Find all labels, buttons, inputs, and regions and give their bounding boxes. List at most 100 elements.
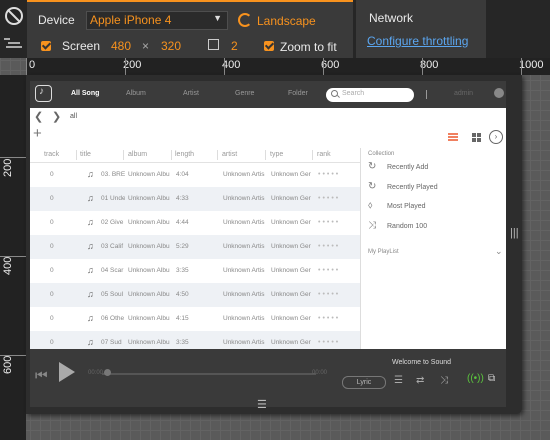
rank-dots[interactable]: ••••• [318, 171, 340, 178]
collection-item-random-100[interactable]: ⤨ Random 100 [368, 219, 498, 235]
ruler-tick [224, 58, 225, 75]
rotate-icon[interactable] [238, 13, 252, 27]
rank-dots[interactable]: ••••• [318, 339, 340, 346]
table-row[interactable]: 0 ♫ 04 Scar Unknown Albu 3:35 Unknown Ar… [30, 259, 360, 283]
cell-title: 03 Calif [101, 243, 124, 250]
resize-handle-right[interactable]: ||| [510, 227, 519, 239]
cell-album: Unknown Albu [128, 315, 170, 322]
ruler-label: 0 [29, 59, 36, 71]
zoom-to-fit-checkbox[interactable] [264, 41, 274, 51]
cell-album: Unknown Albu [128, 267, 170, 274]
collection-item-recently-played[interactable]: ↻ Recently Played [368, 180, 498, 196]
nav-folder[interactable]: Folder [288, 90, 308, 97]
rank-dots[interactable]: ••••• [318, 195, 340, 202]
device-panel: Device Apple iPhone 4 ▼ Landscape Screen… [27, 0, 353, 58]
column-header-type[interactable]: type [270, 151, 283, 158]
chevron-down-icon[interactable]: ⌄ [495, 246, 503, 257]
add-button[interactable]: + [33, 126, 42, 141]
forward-arrow-icon[interactable]: ❯ [52, 110, 61, 123]
user-name[interactable]: admin [454, 90, 473, 97]
music-note-icon: ♫ [87, 241, 94, 251]
block-icon[interactable] [5, 7, 23, 25]
rank-dots[interactable]: ••••• [318, 315, 340, 322]
landscape-button[interactable]: Landscape [257, 14, 316, 28]
play-icon[interactable] [59, 362, 75, 382]
nav-divider [426, 90, 427, 99]
rank-dots[interactable]: ••••• [318, 219, 340, 226]
nav-all-song[interactable]: All Song [71, 90, 99, 97]
share-icon[interactable]: ⧉ [488, 373, 495, 384]
column-header-length[interactable]: length [175, 151, 194, 158]
progress-bar[interactable] [102, 373, 316, 375]
network-label: Network [369, 11, 414, 25]
cell-artist: Unknown Artis [223, 267, 265, 274]
table-row[interactable]: 0 ♫ 03 Calif Unknown Albu 5:29 Unknown A… [30, 235, 360, 259]
nav-album[interactable]: Album [126, 90, 146, 97]
grid-view-icon[interactable] [472, 133, 481, 142]
screen-height-input[interactable]: 320 [161, 39, 181, 53]
table-row[interactable]: 0 ♫ 05 Soul Unknown Albu 4:50 Unknown Ar… [30, 283, 360, 307]
repeat-icon[interactable]: ⇄ [416, 375, 424, 386]
music-note-icon: ♫ [87, 169, 94, 179]
cell-type: Unknown Ger [271, 171, 311, 178]
cell-title: 03. BRE [101, 171, 125, 178]
screen-width-input[interactable]: 480 [111, 39, 131, 53]
back-arrow-icon[interactable]: ❮ [34, 110, 43, 123]
progress-handle[interactable] [104, 369, 111, 376]
cell-length: 4:15 [176, 315, 189, 322]
playlist-icon[interactable]: ☰ [394, 375, 403, 386]
ruler-left: 200 400 600 [0, 75, 26, 440]
cell-artist: Unknown Artis [223, 219, 265, 226]
my-playlist-header[interactable]: My PlayList [368, 249, 399, 255]
list-view-icon[interactable] [448, 133, 458, 141]
table-row[interactable]: 0 ♫ 01 Unde Unknown Albu 4:33 Unknown Ar… [30, 187, 360, 211]
nav-artist[interactable]: Artist [183, 90, 199, 97]
cell-type: Unknown Ger [271, 339, 311, 346]
rank-dots[interactable]: ••••• [318, 243, 340, 250]
column-divider [171, 150, 172, 160]
previous-icon[interactable]: ⏮ [35, 367, 48, 384]
screen-checkbox[interactable] [41, 41, 51, 51]
table-row[interactable]: 0 ♫ 06 Othe Unknown Albu 4:15 Unknown Ar… [30, 307, 360, 331]
collection-item-most-played[interactable]: ⬨ Most Played [368, 199, 498, 215]
zoom-to-fit-label: Zoom to fit [280, 40, 337, 54]
lyric-button[interactable]: Lyric [342, 376, 386, 389]
breadcrumb: ❮ ❯ all [30, 108, 506, 125]
scale-input[interactable]: 2 [231, 39, 238, 53]
now-playing-title: Welcome to Sound [392, 359, 452, 366]
column-header-artist[interactable]: artist [222, 151, 237, 158]
rank-dots[interactable]: ••••• [318, 291, 340, 298]
breadcrumb-all[interactable]: all [70, 113, 77, 120]
column-header-title[interactable]: title [80, 151, 91, 158]
rank-dots[interactable]: ••••• [318, 267, 340, 274]
device-select[interactable]: Apple iPhone 4 ▼ [86, 11, 228, 30]
cell-track: 0 [50, 171, 54, 178]
avatar[interactable] [494, 88, 504, 98]
search-input[interactable]: Search [326, 88, 414, 102]
cell-track: 0 [50, 267, 54, 274]
ruler-label: 400 [2, 256, 14, 275]
broadcast-icon[interactable]: ((•)) [467, 373, 484, 384]
cell-artist: Unknown Artis [223, 171, 265, 178]
table-row[interactable]: 0 ♫ 03. BRE Unknown Albu 4:04 Unknown Ar… [30, 163, 360, 187]
resize-handle-bottom[interactable]: ☰ [257, 398, 267, 411]
cell-length: 4:04 [176, 171, 189, 178]
collection-item-label: Random 100 [387, 223, 428, 230]
column-header-track[interactable]: track [44, 151, 59, 158]
shuffle-icon[interactable]: ⤨ [440, 375, 448, 386]
collection-item-recently-add[interactable]: ↻ Recently Add [368, 160, 498, 176]
cell-artist: Unknown Artis [223, 315, 265, 322]
ruler-top: 0 200 400 600 800 1000 [26, 58, 550, 75]
column-header-album[interactable]: album [128, 151, 147, 158]
cell-album: Unknown Albu [128, 195, 170, 202]
cell-track: 0 [50, 339, 54, 346]
cell-artist: Unknown Artis [223, 195, 265, 202]
column-header-rank[interactable]: rank [317, 151, 331, 158]
drawer-icon[interactable] [4, 38, 22, 50]
table-row[interactable]: 0 ♫ 02 Give Unknown Albu 4:44 Unknown Ar… [30, 211, 360, 235]
screen-times-sign: × [142, 39, 150, 53]
next-circle-icon[interactable]: › [489, 130, 503, 144]
nav-genre[interactable]: Genre [235, 90, 254, 97]
configure-throttling-link[interactable]: Configure throttling [367, 34, 468, 48]
music-note-icon: ♫ [87, 193, 94, 203]
